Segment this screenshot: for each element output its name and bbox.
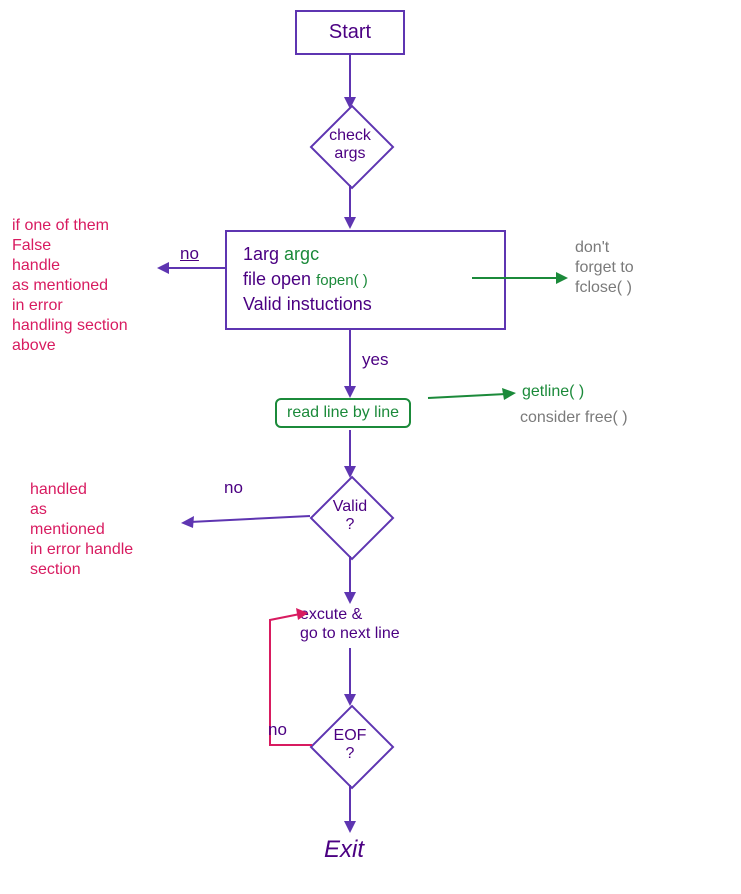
process-line3: Valid instuctions [243, 292, 488, 317]
exit-node: Exit [324, 836, 364, 864]
arrow-execute-to-eof [344, 648, 364, 708]
process-no-label: no [180, 244, 199, 264]
process-line1-left: 1arg [243, 244, 279, 264]
process-node: 1arg argc file open fopen( ) Valid instu… [225, 230, 506, 330]
readline-label: read line by line [287, 404, 399, 421]
free-annotation: consider free( ) [520, 408, 628, 428]
arrow-process-to-readline [344, 328, 364, 400]
valid-node: Valid ? [310, 476, 390, 556]
valid-label: Valid ? [310, 476, 390, 556]
start-label: Start [329, 21, 371, 44]
process-line1-right: argc [284, 244, 319, 264]
valid-no-label: no [224, 478, 243, 498]
flowchart-canvas: Start check args 1arg argc file open fop… [0, 0, 741, 894]
start-node: Start [295, 10, 405, 55]
check-args-node: check args [310, 105, 390, 185]
getline-annotation: getline( ) [522, 382, 584, 402]
error-valid-annotation: handled as mentioned in error handle sec… [30, 480, 133, 580]
readline-node: read line by line [275, 398, 411, 428]
process-line2-right: fopen( ) [316, 272, 368, 289]
arrow-start-to-check [344, 55, 364, 110]
eof-node: EOF ? [310, 705, 390, 785]
fclose-annotation: don't forget to fclose( ) [575, 238, 634, 298]
eof-label: EOF ? [310, 705, 390, 785]
arrow-eof-to-exit [344, 785, 364, 835]
arrow-readline-to-valid [344, 430, 364, 480]
process-yes-label: yes [362, 350, 388, 370]
arrow-readline-to-getline [428, 388, 518, 408]
process-line1: 1arg argc [243, 242, 488, 267]
arrow-valid-to-execute [344, 556, 364, 606]
eof-no-label: no [268, 720, 287, 740]
error-top-annotation: if one of them False handle as mentioned… [12, 216, 128, 356]
process-line2: file open fopen( ) [243, 267, 488, 292]
process-line2-left: file open [243, 269, 311, 289]
arrow-process-to-fclose [472, 268, 572, 288]
arrow-check-to-process [344, 185, 364, 230]
arrow-valid-no [175, 500, 315, 530]
check-args-label: check args [310, 105, 390, 185]
